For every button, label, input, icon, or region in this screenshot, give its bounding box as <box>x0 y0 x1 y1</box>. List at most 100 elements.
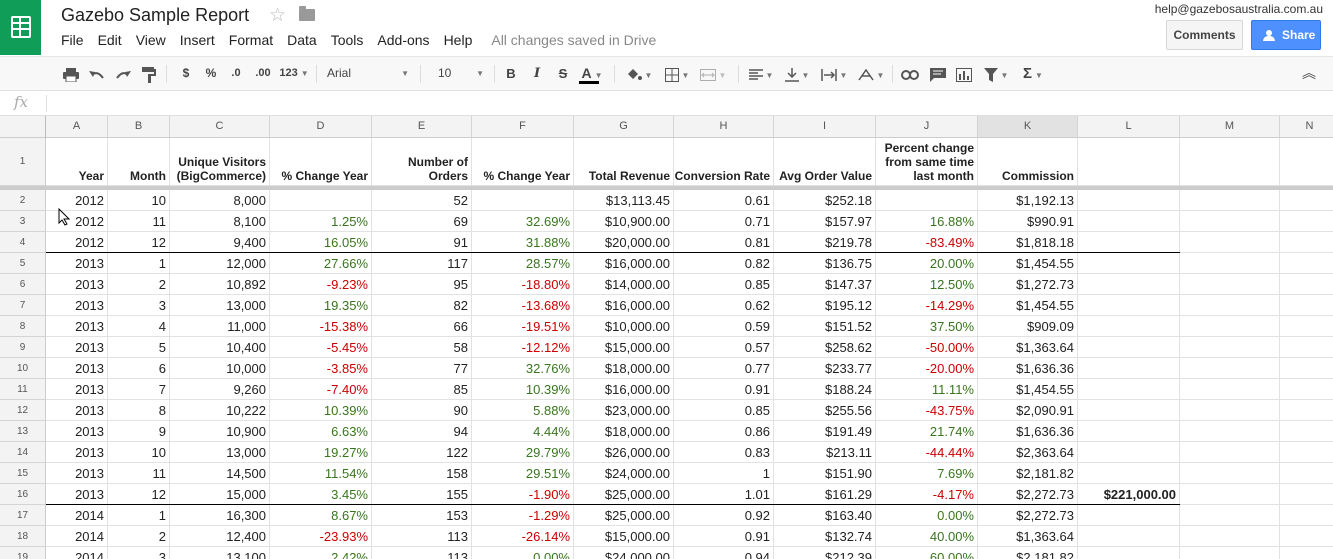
table-cell[interactable]: $1,363.64 <box>978 526 1078 547</box>
table-cell[interactable]: $219.78 <box>774 232 876 253</box>
sheets-logo-icon[interactable] <box>0 0 41 55</box>
row-header[interactable]: 14 <box>0 442 46 463</box>
table-cell[interactable]: $151.52 <box>774 316 876 337</box>
table-cell[interactable]: 6 <box>108 358 170 379</box>
table-cell[interactable] <box>1280 505 1333 526</box>
fill-color-icon[interactable]: ▼ <box>622 57 656 90</box>
table-cell[interactable]: $15,000.00 <box>574 337 674 358</box>
table-cell[interactable]: 10,000 <box>170 358 270 379</box>
row-header[interactable]: 3 <box>0 211 46 232</box>
table-cell[interactable] <box>1180 190 1280 211</box>
document-title[interactable]: Gazebo Sample Report <box>61 5 249 26</box>
table-cell[interactable]: 0.85 <box>674 274 774 295</box>
table-cell[interactable]: $909.09 <box>978 316 1078 337</box>
table-cell[interactable]: 0.85 <box>674 400 774 421</box>
insert-chart-icon[interactable] <box>952 57 976 90</box>
table-cell[interactable] <box>1280 211 1333 232</box>
table-cell[interactable]: 7 <box>108 379 170 400</box>
table-cell[interactable]: 10 <box>108 442 170 463</box>
table-cell[interactable]: 10,400 <box>170 337 270 358</box>
table-cell[interactable]: 0.77 <box>674 358 774 379</box>
formula-input[interactable] <box>52 91 1333 115</box>
table-cell[interactable]: 11 <box>108 463 170 484</box>
table-cell[interactable] <box>1078 463 1180 484</box>
table-cell[interactable]: $191.49 <box>774 421 876 442</box>
table-cell[interactable]: 2013 <box>46 253 108 274</box>
table-cell[interactable] <box>1078 505 1180 526</box>
row-header[interactable]: 5 <box>0 253 46 274</box>
table-cell[interactable] <box>1180 442 1280 463</box>
table-cell[interactable]: $24,000.00 <box>574 547 674 559</box>
strikethrough-button[interactable]: S <box>553 57 573 90</box>
vertical-align-icon[interactable]: ▼ <box>780 57 814 90</box>
column-header-g[interactable]: G <box>574 116 674 138</box>
header-cell[interactable]: Number of Orders <box>372 138 472 186</box>
table-cell[interactable]: $16,000.00 <box>574 379 674 400</box>
undo-icon[interactable] <box>86 57 108 90</box>
column-header-e[interactable]: E <box>372 116 472 138</box>
table-cell[interactable] <box>1280 358 1333 379</box>
table-cell[interactable]: 95 <box>372 274 472 295</box>
table-cell[interactable]: $212.39 <box>774 547 876 559</box>
menu-view[interactable]: View <box>129 32 173 48</box>
functions-button[interactable]: Σ ▼ <box>1016 57 1050 90</box>
table-cell[interactable]: 2013 <box>46 463 108 484</box>
table-cell[interactable]: 29.79% <box>472 442 574 463</box>
header-cell[interactable]: Year <box>46 138 108 186</box>
header-cell[interactable]: Total Revenue <box>574 138 674 186</box>
account-email[interactable]: help@gazebosaustralia.com.au <box>1155 2 1323 16</box>
horizontal-align-icon[interactable]: ▼ <box>744 57 778 90</box>
table-cell[interactable]: 58 <box>372 337 472 358</box>
row-header[interactable]: 6 <box>0 274 46 295</box>
table-cell[interactable]: 12 <box>108 232 170 253</box>
table-cell[interactable]: -44.44% <box>876 442 978 463</box>
table-cell[interactable]: $1,636.36 <box>978 421 1078 442</box>
table-cell[interactable]: $132.74 <box>774 526 876 547</box>
table-cell[interactable]: 10.39% <box>270 400 372 421</box>
table-cell[interactable] <box>1078 400 1180 421</box>
column-header-c[interactable]: C <box>170 116 270 138</box>
table-cell[interactable]: $25,000.00 <box>574 505 674 526</box>
table-cell[interactable] <box>270 190 372 211</box>
header-cell[interactable]: Unique Visitors (BigCommerce) <box>170 138 270 186</box>
table-cell[interactable]: $26,000.00 <box>574 442 674 463</box>
column-header-j[interactable]: J <box>876 116 978 138</box>
increase-decimals-button[interactable]: .00 <box>251 57 275 90</box>
table-cell[interactable]: -50.00% <box>876 337 978 358</box>
table-cell[interactable]: -12.12% <box>472 337 574 358</box>
table-cell[interactable]: 158 <box>372 463 472 484</box>
table-cell[interactable]: -1.29% <box>472 505 574 526</box>
table-cell[interactable] <box>1078 211 1180 232</box>
table-cell[interactable]: 11,000 <box>170 316 270 337</box>
table-cell[interactable]: $2,363.64 <box>978 442 1078 463</box>
table-cell[interactable]: 2013 <box>46 274 108 295</box>
insert-link-icon[interactable] <box>898 57 922 90</box>
table-cell[interactable]: 10 <box>108 190 170 211</box>
table-cell[interactable] <box>1180 484 1280 505</box>
table-cell[interactable]: 32.76% <box>472 358 574 379</box>
comments-button[interactable]: Comments <box>1166 20 1243 50</box>
column-header-d[interactable]: D <box>270 116 372 138</box>
table-cell[interactable]: 0.57 <box>674 337 774 358</box>
table-cell[interactable]: 19.35% <box>270 295 372 316</box>
table-cell[interactable] <box>1078 253 1180 274</box>
table-cell[interactable]: $10,900.00 <box>574 211 674 232</box>
column-header-h[interactable]: H <box>674 116 774 138</box>
table-cell[interactable]: $10,000.00 <box>574 316 674 337</box>
table-cell[interactable] <box>1280 316 1333 337</box>
table-cell[interactable]: 2014 <box>46 505 108 526</box>
text-wrap-icon[interactable]: ▼ <box>816 57 852 90</box>
star-icon[interactable]: ☆ <box>269 4 286 27</box>
table-cell[interactable]: $2,181.82 <box>978 463 1078 484</box>
table-cell[interactable]: 5.88% <box>472 400 574 421</box>
table-cell[interactable]: -43.75% <box>876 400 978 421</box>
table-cell[interactable]: 0.91 <box>674 526 774 547</box>
table-cell[interactable]: 69 <box>372 211 472 232</box>
table-cell[interactable]: 11.54% <box>270 463 372 484</box>
table-cell[interactable]: $136.75 <box>774 253 876 274</box>
table-cell[interactable]: $1,636.36 <box>978 358 1078 379</box>
row-header[interactable]: 18 <box>0 526 46 547</box>
table-cell[interactable]: $163.40 <box>774 505 876 526</box>
table-cell[interactable]: 5 <box>108 337 170 358</box>
table-cell[interactable]: 19.27% <box>270 442 372 463</box>
